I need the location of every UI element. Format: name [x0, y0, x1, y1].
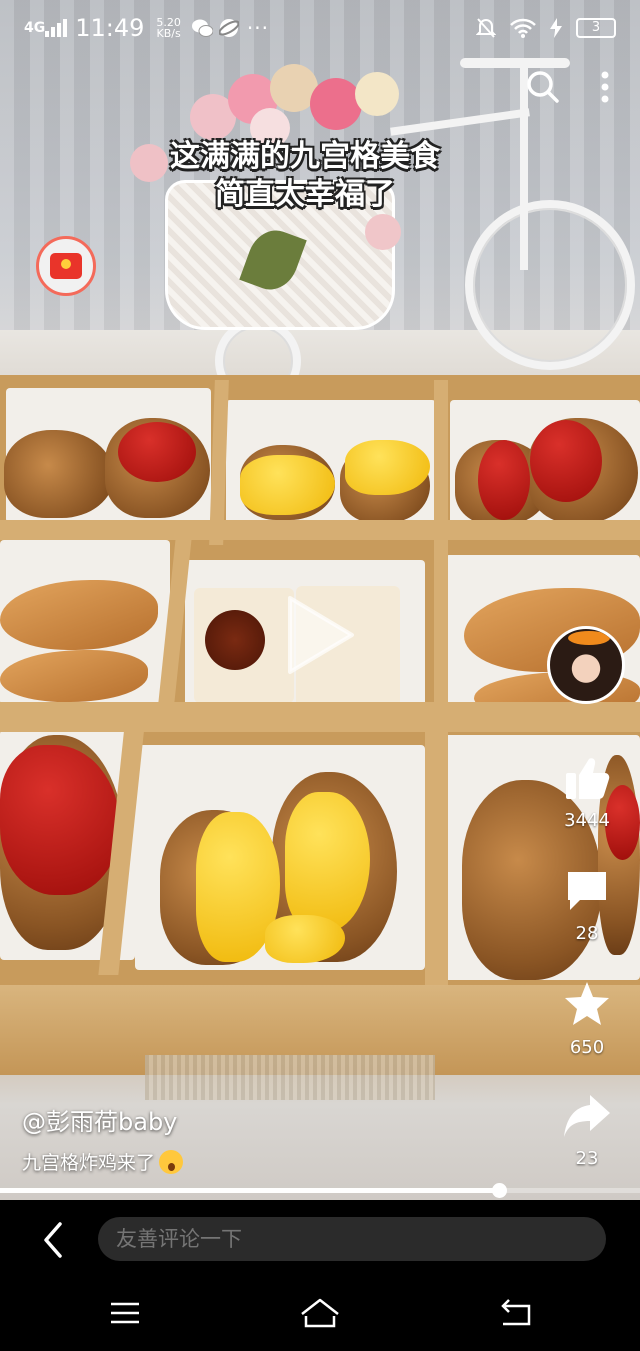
- share-arrow-icon: [564, 1095, 610, 1137]
- comment-count: 28: [575, 923, 599, 944]
- top-actions: [526, 70, 610, 104]
- red-packet-icon: [50, 253, 82, 279]
- progress-fill: [0, 1188, 500, 1193]
- menu-icon[interactable]: [105, 1296, 145, 1330]
- more-notifications-icon: ···: [246, 16, 269, 40]
- network-type: 4G: [24, 20, 46, 36]
- favorite-count: 650: [569, 1037, 605, 1058]
- mute-icon: [476, 18, 496, 38]
- chevron-left-icon[interactable]: [40, 1220, 70, 1260]
- video-overlay-title: 这满满的九宫格美食 简直太幸福了: [170, 139, 440, 212]
- star-icon: [565, 982, 609, 1025]
- author-name[interactable]: @彭雨荷baby: [22, 1102, 177, 1137]
- box-divider: [0, 520, 640, 540]
- more-vertical-icon[interactable]: [600, 70, 610, 104]
- sauce: [205, 610, 265, 670]
- wechat-icon: [191, 19, 213, 37]
- post-caption: 九宫格炸鸡来了: [22, 1148, 184, 1175]
- fried-chicken: [4, 430, 114, 518]
- search-icon[interactable]: [526, 70, 560, 104]
- astonished-emoji-icon: [159, 1149, 184, 1174]
- like-count: 3444: [564, 810, 610, 831]
- ketchup: [530, 420, 602, 502]
- comment-input[interactable]: [98, 1217, 606, 1261]
- play-icon[interactable]: [280, 590, 360, 680]
- video-progress-bar[interactable]: [0, 1183, 640, 1198]
- network-speed: 5.20 KB/s: [156, 16, 181, 40]
- ketchup: [118, 422, 196, 482]
- signal-icon: [45, 19, 68, 37]
- wifi-icon: [510, 18, 536, 38]
- thumbs-up-icon: [566, 758, 610, 799]
- clock: 11:49: [75, 14, 145, 42]
- box-divider: [0, 702, 640, 732]
- comment-button[interactable]: 28: [547, 868, 627, 944]
- red-packet-button[interactable]: [36, 236, 96, 296]
- bicycle-wheel: [465, 200, 635, 370]
- favorite-button[interactable]: 650: [547, 980, 627, 1058]
- share-count: 23: [575, 1148, 599, 1169]
- share-button[interactable]: 23: [547, 1093, 627, 1169]
- placemat: [145, 1055, 435, 1100]
- author-avatar[interactable]: [547, 626, 625, 704]
- back-icon[interactable]: [495, 1296, 535, 1330]
- charging-icon: [550, 18, 562, 38]
- home-icon[interactable]: [298, 1296, 342, 1330]
- browser-icon: [218, 19, 239, 37]
- battery-indicator: 3: [576, 18, 616, 38]
- ketchup: [478, 440, 530, 520]
- like-button[interactable]: 3444: [547, 755, 627, 831]
- comment-bubble-icon: [568, 872, 606, 910]
- bicycle-handlebar: [460, 58, 570, 68]
- status-bar: 4G 11:49 5.20 KB/s ··· 3: [0, 0, 640, 56]
- box-divider: [425, 715, 441, 985]
